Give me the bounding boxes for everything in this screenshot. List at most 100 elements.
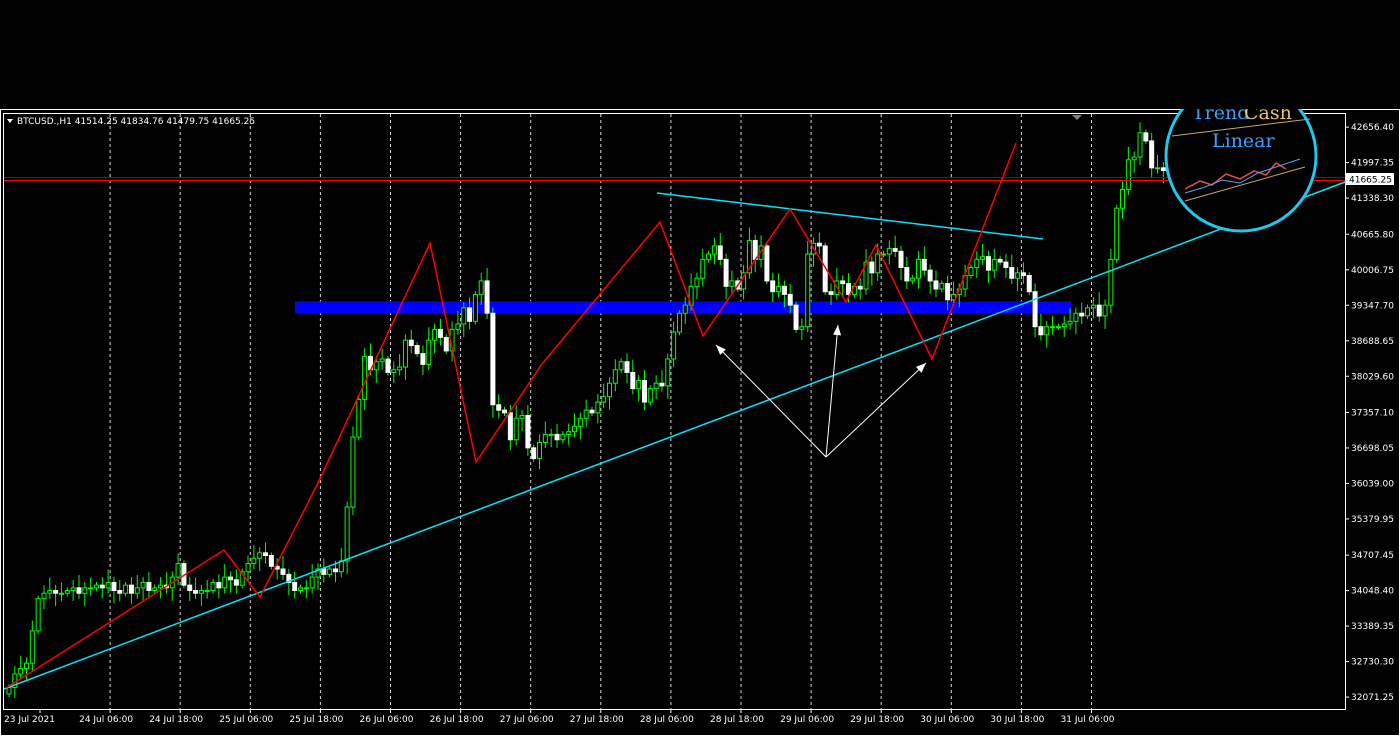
candle-body [700,258,706,279]
candle-body [350,436,356,508]
candle-body [408,339,414,347]
candle-body [595,401,601,414]
candle-body [280,568,286,575]
candle-body [676,312,682,333]
y-tick-label: 34707.45 [1351,551,1394,561]
candle-body [309,576,315,589]
candle-body [496,404,502,411]
candle-body [76,587,82,594]
candle-body [99,584,105,589]
candle-body [583,409,589,419]
candle-body [414,345,420,355]
candle-body [397,366,403,371]
x-tick-label: 28 Jul 06:00 [640,715,694,725]
candle-body [478,280,484,295]
candle-body [490,312,496,406]
candle-body [531,447,537,460]
candle-body [461,307,467,325]
y-tick-label: 37357.10 [1351,408,1394,418]
candle-body [980,256,986,260]
y-tick-label: 41338.30 [1351,194,1394,204]
candle-body [1050,326,1056,329]
candle-body [158,584,164,589]
candle-body [216,581,222,589]
candle-body [1020,272,1026,277]
candle-body [816,242,822,247]
y-tick-label: 34048.40 [1351,587,1394,597]
candle-body [1038,326,1044,336]
candle-body [53,590,59,594]
candle-body [764,245,770,282]
candle-body [29,630,35,664]
symbol-ohlc-text: BTCUSD.,H1 41514.25 41834.76 41479.75 41… [17,117,255,127]
candle-body [647,388,653,403]
chart-window[interactable]: 23 Jul 2021 24 Jul 06:00 24 Jul 18:00 25 Ju… [0,109,1400,736]
x-tick-label: 31 Jul 06:00 [1061,715,1115,725]
candle-body [82,587,88,594]
candle-body [1009,266,1015,279]
plot-frame [3,113,1346,710]
candle-body [88,587,94,590]
candle-body [298,587,303,592]
candle-body [420,353,426,365]
candle-body [717,245,723,260]
candle-body [723,258,729,287]
symbol-header[interactable]: BTCUSD.,H1 41514.25 41834.76 41479.75 41… [7,117,255,127]
candle-body [327,568,333,575]
y-tick-label: 38029.60 [1351,372,1394,382]
candle-body [1055,326,1061,329]
candle-body [589,409,595,414]
candle-body [152,587,158,592]
candle-body [577,417,583,427]
x-tick-label: 30 Jul 18:00 [990,715,1044,725]
y-tick-label: 36698.05 [1351,444,1394,454]
ascending-trendline [3,181,1346,690]
y-tick-label: 40006.75 [1351,266,1394,276]
candle-body [671,331,677,360]
candle-body [799,326,805,330]
candle-body [385,358,391,373]
candle-body [921,258,927,271]
candle-body [991,258,997,271]
candle-body [1073,312,1079,322]
chart-canvas[interactable]: 23 Jul 2021 24 Jul 06:00 24 Jul 18:00 25 Ju… [0,109,1400,736]
grid-layer [109,114,1092,709]
dropdown-triangle-icon[interactable] [7,119,13,123]
candle-body [554,433,560,441]
candle-body [776,285,782,293]
y-tick-label: 32071.25 [1351,693,1394,703]
candle-body [344,506,350,562]
y-tick-label: 35379.95 [1351,515,1394,525]
candle-body [624,361,630,373]
candle-body [18,668,24,675]
candle-body [111,581,117,592]
y-tick-label: 40665.80 [1351,230,1394,240]
x-tick-label: 26 Jul 06:00 [360,715,414,725]
candle-body [537,441,543,460]
candle-body [1026,275,1032,293]
shift-marker-icon[interactable] [1072,115,1082,120]
candle-body [117,590,123,594]
candle-body [35,598,41,632]
candles-layer [6,122,1207,698]
candle-body [356,398,362,438]
candle-body [1044,326,1050,336]
candle-body [915,258,921,279]
candle-body [23,662,29,670]
candle-body [519,415,525,419]
candle-body [968,266,974,277]
x-tick-label: 28 Jul 18:00 [710,715,764,725]
y-tick-label: 41997.35 [1351,159,1394,169]
candle-body [373,361,379,371]
candle-body [362,355,368,400]
logo-word-cash: Cash [1244,109,1292,124]
y-tick-label: 38688.65 [1351,337,1394,347]
candle-body [1125,159,1131,190]
candle-body [123,584,129,594]
candle-body [332,568,338,573]
candle-body [228,576,234,581]
candle-body [641,380,647,403]
candle-body [268,555,274,567]
logo-word-linear: Linear [1212,130,1276,152]
candle-body [64,590,70,594]
